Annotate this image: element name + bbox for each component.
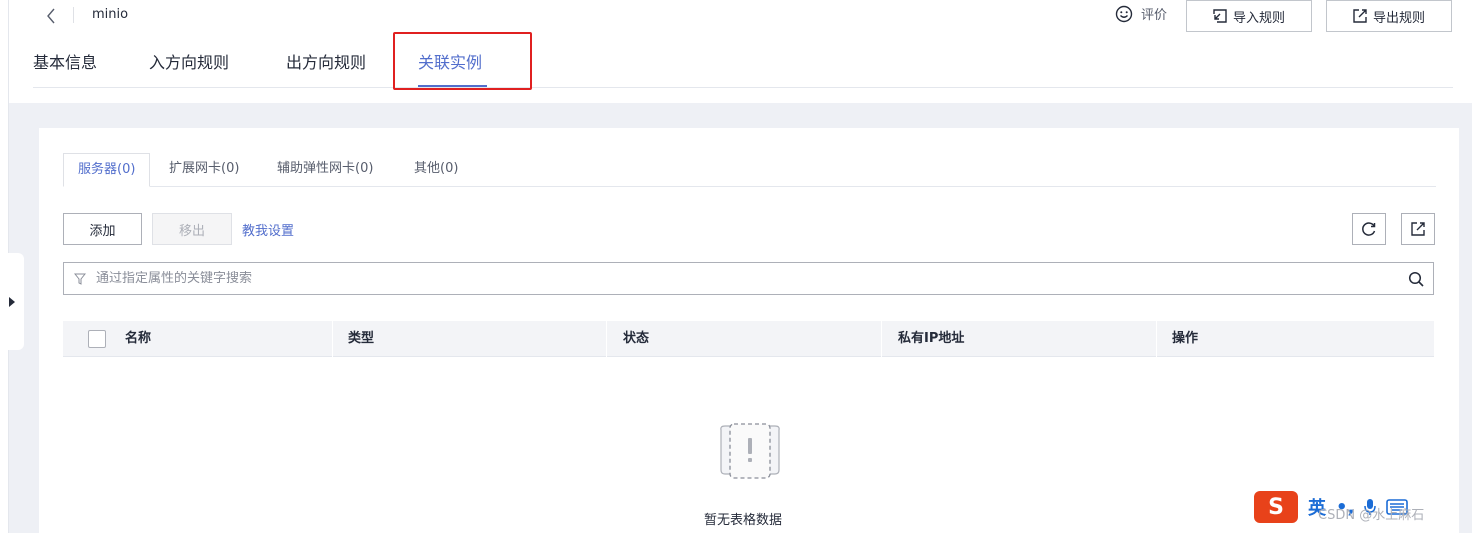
export-rules-button[interactable]: 导出规则 <box>1326 0 1452 32</box>
tab-outbound-rules[interactable]: 出方向规则 <box>286 50 366 76</box>
main-tabs: 基本信息 入方向规则 出方向规则 关联实例 <box>33 44 1453 88</box>
title-divider <box>73 7 74 23</box>
sogou-logo-icon: S <box>1254 491 1298 523</box>
page-title: minio <box>92 7 129 22</box>
refresh-icon <box>1362 222 1376 236</box>
subtab-supplementary-nics[interactable]: 辅助弹性网卡(0) <box>263 153 387 186</box>
column-divider <box>332 321 333 357</box>
tab-inbound-rules[interactable]: 入方向规则 <box>149 50 229 76</box>
export-rules-label: 导出规则 <box>1372 10 1425 26</box>
column-divider <box>1156 321 1157 357</box>
select-all-checkbox[interactable] <box>88 330 106 348</box>
tab-basic-info[interactable]: 基本信息 <box>33 50 97 76</box>
column-divider <box>881 321 882 357</box>
watermark: CSDN @水上麻石 <box>1318 508 1425 523</box>
caret-right-icon <box>9 296 15 307</box>
remove-button[interactable]: 移出 <box>152 213 232 245</box>
help-link[interactable]: 教我设置 <box>242 213 294 245</box>
chevron-left-icon <box>47 8 55 24</box>
empty-table-message: 暂无表格数据 <box>704 513 783 528</box>
active-tab-indicator <box>418 85 487 87</box>
search-icon[interactable] <box>1399 271 1433 287</box>
smiley-icon <box>1115 5 1133 22</box>
search-bar <box>63 262 1434 295</box>
column-divider <box>606 321 607 357</box>
import-rules-button[interactable]: 导入规则 <box>1186 0 1312 32</box>
column-status[interactable]: 状态 <box>623 321 649 357</box>
tab-associated-instances[interactable]: 关联实例 <box>418 50 482 76</box>
export-icon <box>1411 222 1425 236</box>
import-rules-label: 导入规则 <box>1232 10 1285 26</box>
add-button[interactable]: 添加 <box>63 213 142 245</box>
column-private-ip[interactable]: 私有IP地址 <box>898 321 964 357</box>
import-icon <box>1213 9 1227 23</box>
content-card: 服务器(0) 扩展网卡(0) 辅助弹性网卡(0) 其他(0) 添加 移出 教我设… <box>39 128 1459 533</box>
subtab-extension-nics[interactable]: 扩展网卡(0) <box>155 153 253 186</box>
column-type[interactable]: 类型 <box>348 321 374 357</box>
instance-type-tabs: 服务器(0) 扩展网卡(0) 辅助弹性网卡(0) 其他(0) <box>63 153 1436 187</box>
refresh-button[interactable] <box>1352 213 1386 245</box>
subtab-others[interactable]: 其他(0) <box>400 153 472 186</box>
column-name[interactable]: 名称 <box>125 321 151 357</box>
export-table-button[interactable] <box>1401 213 1435 245</box>
rate-label: 评价 <box>1141 8 1168 23</box>
sidebar-expand-handle[interactable] <box>0 253 24 350</box>
back-button[interactable] <box>40 5 62 27</box>
filter-icon <box>64 273 96 285</box>
search-input[interactable] <box>96 271 1399 286</box>
subtab-servers[interactable]: 服务器(0) <box>63 153 151 187</box>
empty-data-icon <box>717 420 783 486</box>
column-actions: 操作 <box>1172 331 1199 346</box>
export-icon <box>1353 9 1367 23</box>
table-header: 名称 类型 状态 私有IP地址 操作 <box>63 321 1434 357</box>
rate-button[interactable]: 评价 <box>1115 4 1167 23</box>
